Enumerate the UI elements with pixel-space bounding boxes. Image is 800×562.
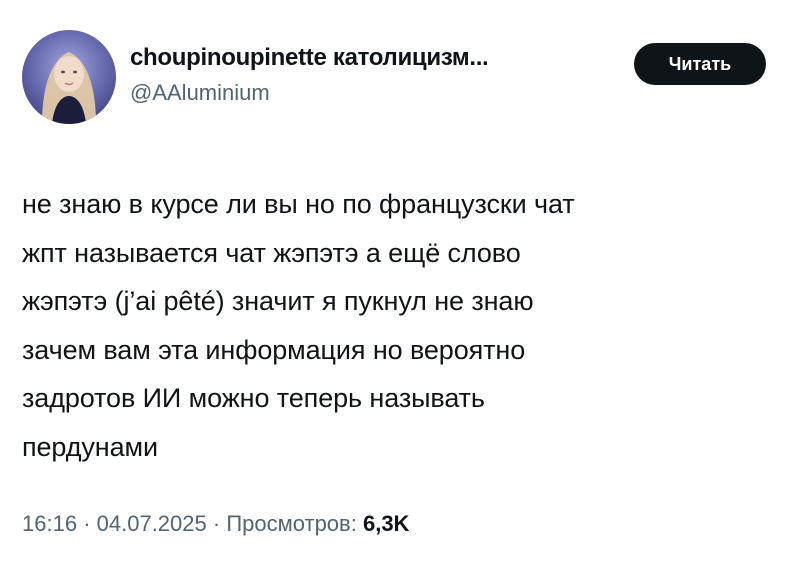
author-handle[interactable]: @AAluminium [130, 80, 488, 106]
tweet-text-line: не знаю в курсе ли вы но по французски ч… [22, 189, 575, 219]
follow-button[interactable]: Читать [634, 43, 766, 85]
author-info: choupinoupinette католицизм... @AAlumini… [130, 44, 489, 106]
tweet-header: choupinoupinette католицизм... @AAlumini… [22, 30, 782, 130]
avatar-image [42, 52, 96, 124]
tweet-time[interactable]: 16:16 [22, 511, 77, 536]
tweet-text-line: задротов ИИ можно теперь называть [22, 383, 485, 413]
views-count[interactable]: 6,3K [363, 511, 409, 536]
views-label: Просмотров: [226, 511, 357, 536]
tweet-text-line: зачем вам эта информация но вероятно [22, 334, 526, 365]
tweet-text: не знаю в курсе ли вы но по французски ч… [22, 180, 762, 471]
tweet-text-line: жэпэтэ (j’ai pêté) значит я пукнул не зн… [22, 286, 534, 316]
meta-separator: · [83, 511, 91, 536]
avatar[interactable] [22, 30, 116, 124]
tweet-meta: 16:16 · 04.07.2025 · Просмотров: 6,3K [22, 511, 409, 537]
tweet-text-line: жпт называется чат жэпэтэ а ещё слово [22, 237, 521, 268]
author-display-name[interactable]: choupinoupinette католицизм... [130, 44, 489, 72]
tweet-date[interactable]: 04.07.2025 [97, 511, 207, 536]
meta-separator: · [212, 511, 221, 536]
tweet-text-line: пердунами [22, 431, 158, 462]
